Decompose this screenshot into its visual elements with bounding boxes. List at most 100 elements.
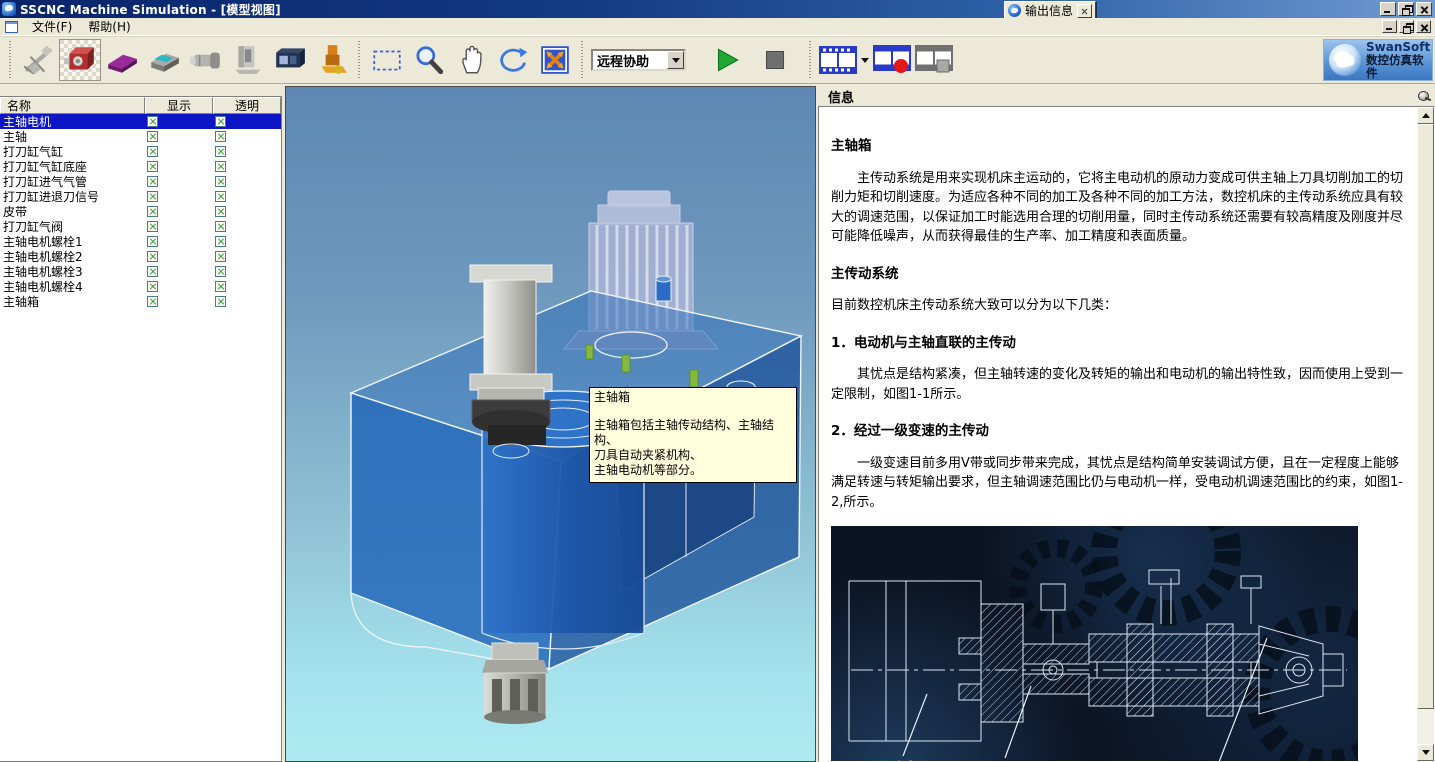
table-row[interactable]: 打刀缸进气气管 xyxy=(0,174,281,189)
transparent-checkbox[interactable] xyxy=(215,206,226,217)
table-row[interactable]: 主轴电机螺栓3 xyxy=(0,264,281,279)
column-header-transparent[interactable]: 透明 xyxy=(213,97,281,114)
stop-icon[interactable] xyxy=(754,39,796,81)
table-row[interactable]: 主轴电机螺栓4 xyxy=(0,279,281,294)
column-header-name[interactable]: 名称 xyxy=(0,97,145,114)
child-window-icon[interactable] xyxy=(5,21,18,33)
toolbar: 远程协助 Swan xyxy=(0,36,1435,84)
show-checkbox[interactable] xyxy=(147,176,158,187)
transparent-checkbox[interactable] xyxy=(215,281,226,292)
film-stop-icon[interactable] xyxy=(913,39,955,81)
logo-title: SwanSoft xyxy=(1366,41,1432,54)
show-checkbox[interactable] xyxy=(147,161,158,172)
scroll-down-icon[interactable] xyxy=(1417,744,1434,761)
table-row[interactable]: 打刀缸气缸底座 xyxy=(0,159,281,174)
child-minimize-button[interactable] xyxy=(1382,20,1397,33)
table-row[interactable]: 皮带 xyxy=(0,204,281,219)
toolbar-grip[interactable] xyxy=(808,41,813,79)
pushpin-icon[interactable] xyxy=(1417,89,1431,103)
info-panel-header: 信息 xyxy=(818,86,1435,106)
transparent-checkbox[interactable] xyxy=(215,296,226,307)
transparent-checkbox-cell xyxy=(213,116,281,127)
info-heading: 主传动系统 xyxy=(831,265,1403,285)
cnc-machine-icon[interactable] xyxy=(269,39,311,81)
transparent-checkbox[interactable] xyxy=(215,116,226,127)
play-icon[interactable] xyxy=(706,39,748,81)
toolbar-grip[interactable] xyxy=(580,41,585,79)
toolbar-grip[interactable] xyxy=(357,41,362,79)
child-restore-button[interactable] xyxy=(1399,20,1414,33)
child-window-controls xyxy=(1382,20,1431,33)
show-checkbox[interactable] xyxy=(147,236,158,247)
model-viewport[interactable]: 主轴箱 主轴箱包括主轴传动结构、主轴结构、 刀具自动夹紧机构、 主轴电动机等部分… xyxy=(285,86,816,762)
info-content: 主轴箱 主传动系统是用来实现机床主运动的，它将主电动机的原动力变成可供主轴上刀具… xyxy=(818,106,1435,762)
transparent-checkbox[interactable] xyxy=(215,236,226,247)
show-checkbox-cell xyxy=(145,251,213,262)
close-button[interactable] xyxy=(1416,2,1432,16)
transparent-checkbox[interactable] xyxy=(215,161,226,172)
child-close-button[interactable] xyxy=(1416,20,1431,33)
info-scrollbar[interactable] xyxy=(1417,107,1434,761)
film-dropdown-icon[interactable] xyxy=(859,40,871,80)
select-rect-icon[interactable] xyxy=(366,39,408,81)
transparent-checkbox[interactable] xyxy=(215,131,226,142)
toolbar-grip[interactable] xyxy=(8,41,13,79)
table-row[interactable]: 主轴 xyxy=(0,129,281,144)
menu-item-1[interactable]: 帮助(H) xyxy=(80,17,138,36)
scrollbar-thumb[interactable] xyxy=(1417,124,1434,709)
spindle-unit-icon[interactable] xyxy=(185,39,227,81)
minimize-button[interactable] xyxy=(1380,2,1396,16)
column-header-show[interactable]: 显示 xyxy=(145,97,213,114)
table-row[interactable]: 主轴箱 xyxy=(0,294,281,309)
spindle-box-icon[interactable] xyxy=(59,39,101,81)
transparent-checkbox[interactable] xyxy=(215,221,226,232)
transparent-checkbox[interactable] xyxy=(215,176,226,187)
table-row[interactable]: 主轴电机螺栓1 xyxy=(0,234,281,249)
table-row[interactable]: 打刀缸气阀 xyxy=(0,219,281,234)
show-checkbox[interactable] xyxy=(147,296,158,307)
fit-view-icon[interactable] xyxy=(534,39,576,81)
bed-part-icon[interactable] xyxy=(101,39,143,81)
remote-assist-dropdown[interactable]: 远程协助 xyxy=(591,49,686,71)
scroll-up-icon[interactable] xyxy=(1417,107,1434,124)
transparent-checkbox[interactable] xyxy=(215,146,226,157)
table-row[interactable]: 打刀缸进退刀信号 xyxy=(0,189,281,204)
rotate-icon[interactable] xyxy=(492,39,534,81)
pan-hand-icon[interactable] xyxy=(450,39,492,81)
show-checkbox[interactable] xyxy=(147,191,158,202)
column-icon[interactable] xyxy=(227,39,269,81)
transparent-checkbox[interactable] xyxy=(215,191,226,202)
show-checkbox[interactable] xyxy=(147,146,158,157)
transparent-checkbox-cell xyxy=(213,206,281,217)
table-row[interactable]: 打刀缸气缸 xyxy=(0,144,281,159)
show-checkbox-cell xyxy=(145,176,213,187)
show-checkbox-cell xyxy=(145,131,213,142)
transparent-checkbox[interactable] xyxy=(215,266,226,277)
table-row[interactable]: 主轴电机螺栓2 xyxy=(0,249,281,264)
transparent-checkbox-cell xyxy=(213,296,281,307)
show-checkbox[interactable] xyxy=(147,131,158,142)
transparent-checkbox-cell xyxy=(213,161,281,172)
film-record-icon[interactable] xyxy=(871,39,913,81)
transparent-checkbox-cell xyxy=(213,176,281,187)
tool-post-icon[interactable] xyxy=(311,39,353,81)
saddle-icon[interactable] xyxy=(143,39,185,81)
menu-item-0[interactable]: 文件(F) xyxy=(24,17,80,36)
show-checkbox[interactable] xyxy=(147,251,158,262)
shaft-axes-icon[interactable] xyxy=(17,39,59,81)
dropdown-arrow-icon[interactable] xyxy=(667,51,684,69)
table-row[interactable]: 主轴电机 xyxy=(0,114,281,129)
info-text: 主轴箱 主传动系统是用来实现机床主运动的，它将主电动机的原动力变成可供主轴上刀具… xyxy=(819,107,1417,761)
transparent-checkbox[interactable] xyxy=(215,251,226,262)
show-checkbox[interactable] xyxy=(147,266,158,277)
transparent-checkbox-cell xyxy=(213,236,281,247)
show-checkbox[interactable] xyxy=(147,221,158,232)
zoom-icon[interactable] xyxy=(408,39,450,81)
restore-button[interactable] xyxy=(1398,2,1414,16)
show-checkbox[interactable] xyxy=(147,116,158,127)
show-checkbox[interactable] xyxy=(147,281,158,292)
film-icon[interactable] xyxy=(817,39,859,81)
output-panel-close-button[interactable] xyxy=(1077,4,1092,18)
show-checkbox[interactable] xyxy=(147,206,158,217)
transparent-checkbox-cell xyxy=(213,146,281,157)
